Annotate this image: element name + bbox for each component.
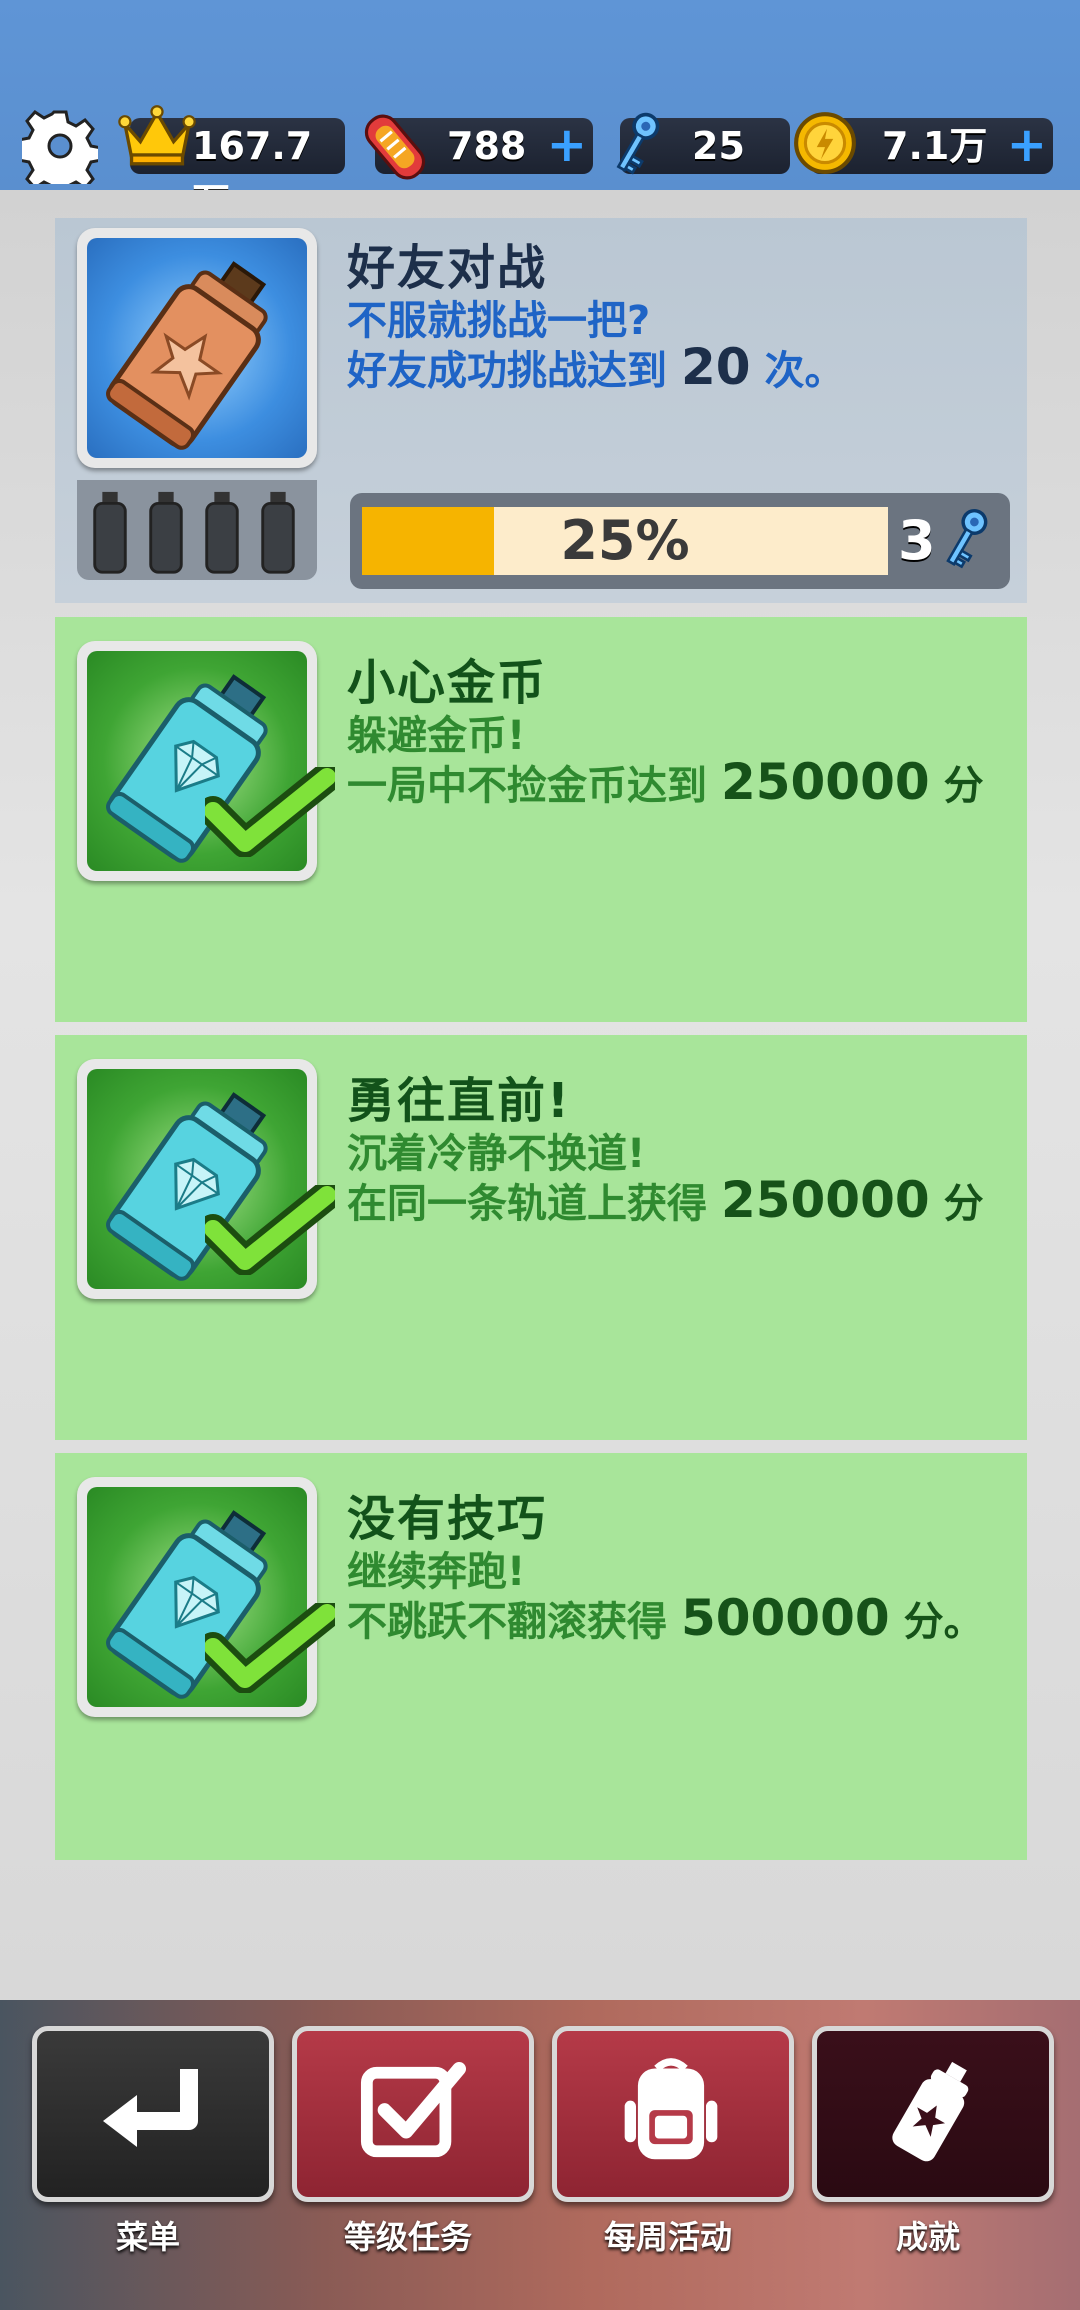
achievement-line2-prefix: 在同一条轨道上获得 — [347, 1181, 707, 1227]
nav-weekly-events-button[interactable] — [552, 2026, 794, 2202]
achievement-line2: 好友成功挑战达到 20 次。 — [347, 342, 845, 394]
achievement-line2-suffix: 次。 — [764, 348, 845, 394]
spray-can-star-icon — [106, 261, 268, 450]
nav-menu-label: 菜单 — [115, 2218, 180, 2256]
bottom-nav: 菜单 等级任务 每周活动 成就 — [0, 2000, 1080, 2310]
achievement-card-straight-ahead: 勇往直前! 沉着冷静不换道! 在同一条轨道上获得 250000 分 — [55, 1035, 1027, 1440]
hoverboard-icon — [364, 114, 426, 180]
achievement-line2-prefix: 不跳跃不翻滚获得 — [347, 1599, 667, 1645]
achievement-title: 好友对战 — [347, 240, 548, 296]
achievement-title: 没有技巧 — [347, 1491, 548, 1547]
achievement-line1: 继续奔跑! — [347, 1549, 526, 1595]
achievement-line2-prefix: 好友成功挑战达到 — [347, 348, 667, 394]
achievement-line2: 一局中不捡金币达到 250000 分 — [347, 759, 1027, 809]
achievement-title: 勇往直前! — [347, 1073, 571, 1129]
spray-can-icon — [892, 2061, 969, 2162]
checkmark-icon — [205, 1185, 335, 1275]
achievement-card-friend-battle: 好友对战 不服就挑战一把? 好友成功挑战达到 20 次。 25% 3 — [55, 218, 1027, 603]
achievement-target: 20 — [680, 338, 751, 396]
achievement-icon-frame — [77, 228, 317, 468]
tier-can-icon — [205, 491, 239, 574]
nav-level-tasks-label: 等级任务 — [343, 2218, 472, 2256]
nav-achievements-button[interactable] — [812, 2026, 1054, 2202]
tier-cans — [77, 480, 317, 580]
keys-count: 25 — [692, 124, 745, 168]
checkmark-icon — [205, 1603, 335, 1693]
coin-icon — [794, 112, 856, 174]
gear-icon[interactable] — [22, 108, 98, 184]
nav-achievements-label: 成就 — [895, 2218, 960, 2256]
tier-can-icon — [261, 491, 295, 574]
achievement-line2-suffix: 分 — [943, 763, 984, 809]
key-icon — [946, 508, 988, 569]
progress-panel: 25% 3 — [350, 493, 1010, 589]
add-hoverboard-button[interactable]: + — [547, 118, 587, 172]
nav-menu-button[interactable] — [32, 2026, 274, 2202]
coins-count: 7.1万 — [882, 124, 988, 168]
hoverboard-count: 788 — [447, 124, 527, 168]
achievement-line2-suffix: 分 — [943, 1181, 984, 1227]
nav-weekly-events-label: 每周活动 — [603, 2218, 732, 2256]
tier-can-icon — [93, 491, 127, 574]
achievement-line1: 不服就挑战一把? — [347, 298, 651, 344]
achievement-line1: 沉着冷静不换道! — [347, 1131, 646, 1177]
return-arrow-icon — [103, 2069, 198, 2147]
achievement-title: 小心金币 — [347, 655, 548, 711]
achievement-card-avoid-coins: 小心金币 躲避金币! 一局中不捡金币达到 250000 分 — [55, 617, 1027, 1022]
achievement-line1: 躲避金币! — [347, 713, 526, 759]
achievement-line2: 不跳跃不翻滚获得 500000 分。 — [347, 1595, 1027, 1645]
tier-can-icon — [149, 491, 183, 574]
nav-level-tasks-button[interactable] — [292, 2026, 534, 2202]
key-icon — [616, 112, 660, 175]
achievement-line2-prefix: 一局中不捡金币达到 — [347, 763, 707, 809]
add-coins-button[interactable]: + — [1007, 118, 1047, 172]
progress-label: 25% — [560, 509, 690, 572]
checkbox-icon — [360, 2061, 467, 2158]
backpack-icon — [624, 2058, 718, 2160]
progress-track: 25% — [362, 507, 888, 575]
achievement-target: 250000 — [720, 1177, 930, 1227]
checkmark-icon — [205, 767, 335, 857]
achievement-target: 500000 — [680, 1595, 890, 1645]
reward-keys-count: 3 — [898, 509, 936, 572]
crown-icon — [118, 105, 196, 166]
achievement-target: 250000 — [720, 759, 930, 809]
achievement-line2-suffix: 分。 — [903, 1599, 984, 1645]
achievement-line2: 在同一条轨道上获得 250000 分 — [347, 1177, 1027, 1227]
achievement-card-no-tricks: 没有技巧 继续奔跑! 不跳跃不翻滚获得 500000 分。 — [55, 1453, 1027, 1860]
